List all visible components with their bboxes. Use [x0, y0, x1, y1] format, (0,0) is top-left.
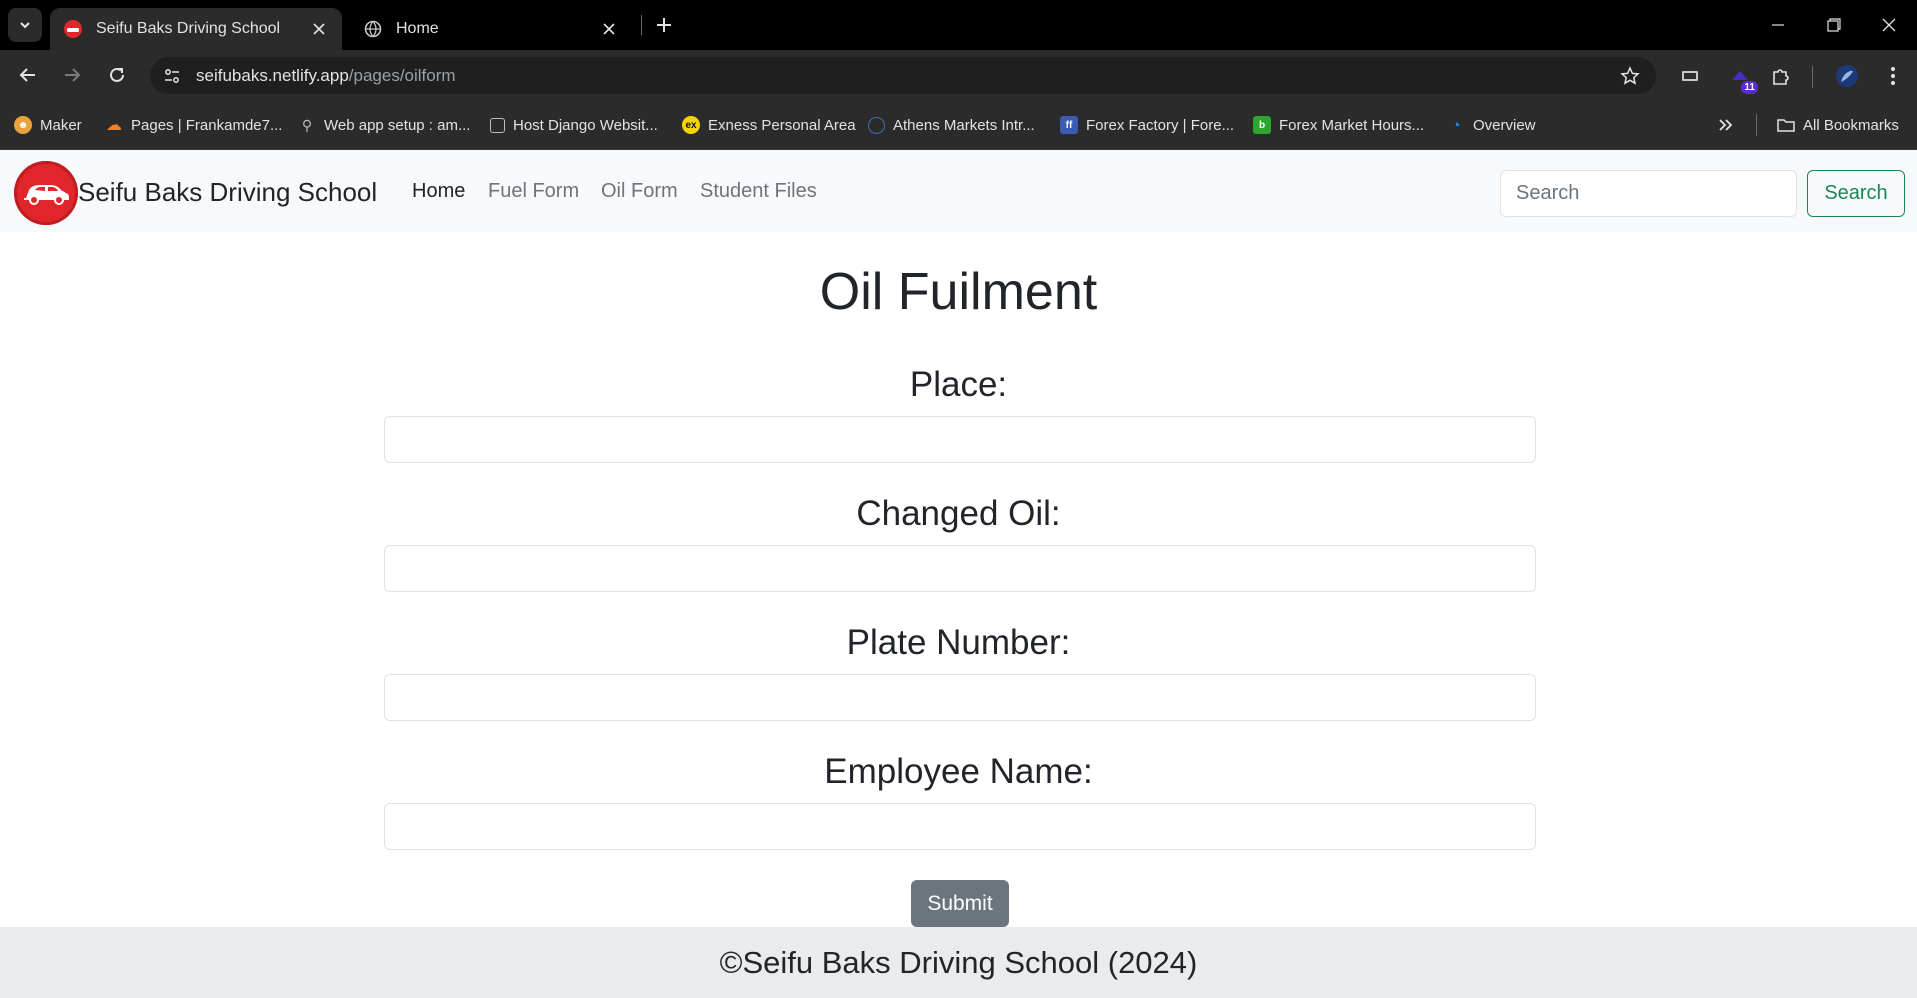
arrow-left-icon — [19, 68, 35, 82]
tab-seifu-baks[interactable]: Seifu Baks Driving School — [50, 8, 342, 50]
cloudflare-icon: ☁ — [106, 117, 122, 134]
bookmark-forex-market-hours[interactable]: b Forex Market Hours... — [1253, 114, 1424, 136]
minimize-button[interactable] — [1750, 0, 1806, 50]
page-title: Oil Fuilment — [819, 263, 1098, 321]
place-input[interactable] — [384, 416, 1536, 463]
car-logo-icon[interactable] — [14, 161, 78, 225]
car-logo-icon — [62, 18, 84, 40]
search-button[interactable]: Search — [1807, 170, 1905, 217]
double-chevron-right-icon — [1719, 119, 1733, 131]
tab-title: Seifu Baks Driving School — [96, 20, 281, 37]
chevron-down-icon — [20, 22, 30, 29]
restore-button[interactable] — [1806, 0, 1862, 50]
plate-number-label: Plate Number: — [846, 623, 1071, 662]
bookmark-maker[interactable]: ☻ Maker — [14, 114, 82, 136]
employee-name-input[interactable] — [384, 803, 1536, 850]
link-icon: ⚲ — [301, 116, 313, 133]
url-path: /pages/oilform — [348, 65, 456, 85]
bookmark-host-django[interactable]: Host Django Websit... — [490, 114, 658, 136]
close-window-button[interactable] — [1861, 0, 1917, 50]
changed-oil-input[interactable] — [384, 545, 1536, 592]
address-bar[interactable]: seifubaks.netlify.app/pages/oilform — [150, 57, 1656, 94]
arrow-right-icon — [65, 68, 81, 82]
close-tab-icon[interactable] — [308, 18, 330, 40]
bookmarks-divider — [1756, 114, 1757, 136]
bookmark-label: All Bookmarks — [1803, 116, 1899, 134]
nav-home[interactable]: Home — [412, 180, 465, 203]
restore-icon — [1827, 18, 1841, 32]
bookmark-label: Forex Factory | Fore... — [1086, 116, 1235, 134]
puzzle-extensions-icon[interactable] — [1767, 62, 1795, 90]
bookmark-athens-markets[interactable]: Athens Markets Intr... — [868, 114, 1035, 136]
site-footer: ©Seifu Baks Driving School (2024) — [0, 927, 1917, 998]
b-icon: b — [1253, 116, 1271, 134]
forward-button[interactable] — [55, 58, 89, 92]
place-label: Place: — [909, 365, 1008, 404]
new-tab-button[interactable] — [650, 11, 678, 39]
bookmark-label: Forex Market Hours... — [1279, 116, 1425, 134]
minimize-icon — [1772, 24, 1784, 26]
bookmark-pages[interactable]: ☁ Pages | Frankamde7... — [105, 114, 282, 136]
bookmark-label: Overview — [1473, 116, 1536, 134]
close-tab-icon[interactable] — [598, 18, 620, 40]
bookmark-label: Maker — [40, 116, 82, 134]
nav-fuel-form[interactable]: Fuel Form — [488, 180, 579, 203]
tab-search-button[interactable] — [8, 8, 42, 42]
close-icon — [1882, 18, 1896, 32]
extension-icon[interactable]: 11 — [1726, 62, 1758, 94]
bookmark-star-icon[interactable] — [1618, 64, 1642, 88]
nav-oil-form[interactable]: Oil Form — [601, 180, 678, 203]
profile-avatar-icon[interactable] — [1833, 62, 1861, 90]
nav-student-files[interactable]: Student Files — [700, 180, 817, 203]
bookmark-label: Host Django Websit... — [513, 116, 658, 134]
bookmark-overview[interactable]: ◔ Overview — [1447, 114, 1536, 136]
bookmark-web-app-setup[interactable]: ⚲ Web app setup : am... — [298, 114, 471, 136]
bookmarks-bar: ☻ Maker ☁ Pages | Frankamde7... ⚲ Web ap… — [0, 100, 1917, 150]
bookmark-exness[interactable]: ex Exness Personal Area — [682, 114, 856, 136]
url-host: seifubaks.netlify.app — [196, 65, 349, 85]
reload-icon — [110, 67, 124, 82]
employee-name-label: Employee Name: — [824, 752, 1093, 791]
footer-copyright: ©Seifu Baks Driving School (2024) — [719, 944, 1198, 980]
url-text: seifubaks.netlify.app/pages/oilform — [196, 66, 456, 86]
overview-icon: ◔ — [1451, 116, 1461, 134]
all-bookmarks-button[interactable]: All Bookmarks — [1777, 114, 1899, 136]
plate-number-input[interactable] — [384, 674, 1536, 721]
globe-icon — [868, 116, 885, 134]
bookmark-label: Pages | Frankamde7... — [131, 116, 283, 134]
bookmark-label: Exness Personal Area — [708, 116, 856, 134]
page-icon — [490, 117, 505, 133]
site-navbar: Seifu Baks Driving School Home Fuel Form… — [0, 150, 1917, 232]
cast-icon[interactable] — [1676, 62, 1704, 90]
reload-button[interactable] — [100, 58, 134, 92]
tab-title: Home — [396, 20, 439, 37]
changed-oil-label: Changed Oil: — [856, 494, 1061, 533]
search-input[interactable] — [1500, 170, 1797, 217]
browser-tab-bar: Seifu Baks Driving School Home — [0, 0, 1917, 50]
exness-icon: ex — [682, 116, 700, 134]
forexfactory-icon: ff — [1060, 116, 1078, 134]
browser-toolbar: seifubaks.netlify.app/pages/oilform 11 — [0, 50, 1917, 100]
back-button[interactable] — [11, 58, 45, 92]
plus-icon — [657, 18, 671, 32]
site-settings-icon[interactable] — [160, 64, 184, 88]
bookmark-forex-factory[interactable]: ff Forex Factory | Fore... — [1060, 114, 1234, 136]
page-content: Seifu Baks Driving School Home Fuel Form… — [0, 150, 1917, 998]
more-bookmarks-button[interactable] — [1718, 114, 1734, 136]
extension-badge: 11 — [1741, 81, 1758, 94]
folder-icon — [1777, 116, 1795, 134]
tab-home[interactable]: Home — [350, 8, 632, 50]
kebab-menu-icon[interactable] — [1879, 62, 1907, 90]
brand-name[interactable]: Seifu Baks Driving School — [78, 177, 377, 208]
maker-icon: ☻ — [14, 116, 32, 134]
globe-icon — [362, 18, 384, 40]
bookmark-label: Web app setup : am... — [324, 116, 471, 134]
bookmark-label: Athens Markets Intr... — [893, 116, 1035, 134]
toolbar-divider — [1812, 66, 1813, 88]
submit-button[interactable]: Submit — [911, 880, 1009, 927]
tab-divider — [641, 15, 642, 35]
